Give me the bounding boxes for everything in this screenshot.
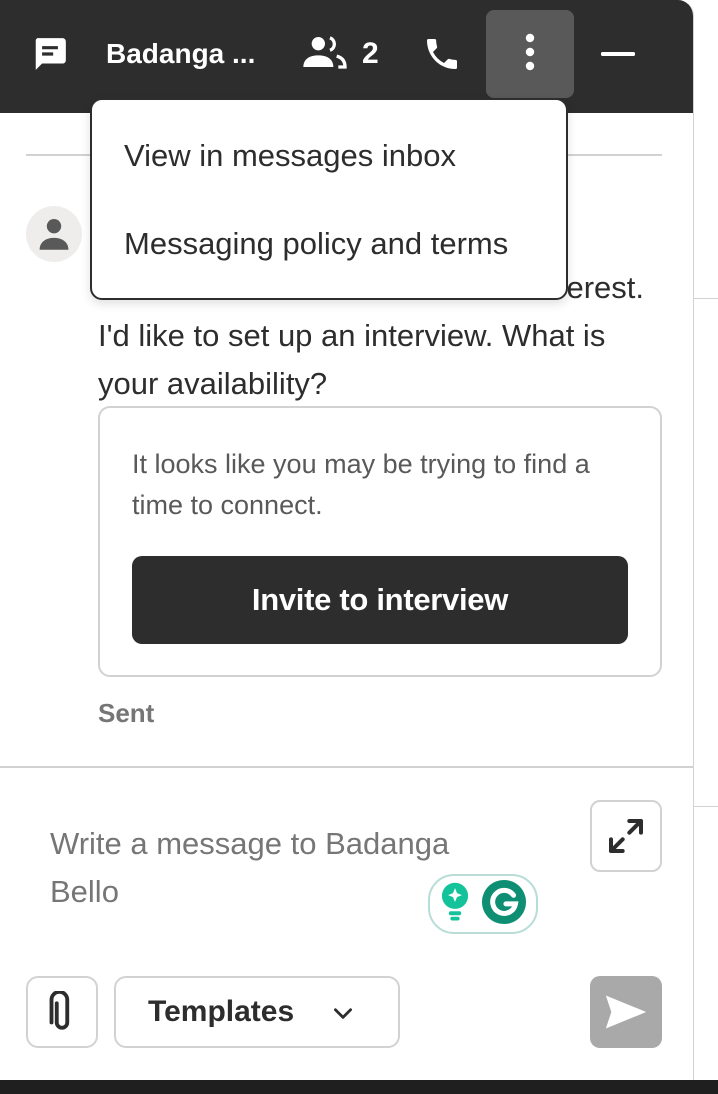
- expand-icon: [609, 819, 643, 853]
- phone-icon: [427, 39, 457, 69]
- expand-composer-button[interactable]: [590, 800, 662, 872]
- chevron-down-icon: [330, 1000, 356, 1034]
- lightbulb-icon[interactable]: [439, 882, 471, 927]
- composer-divider: [0, 766, 693, 768]
- interview-suggestion-card: It looks like you may be trying to find …: [98, 406, 662, 677]
- people-icon: [300, 34, 350, 75]
- invite-to-interview-button[interactable]: Invite to interview: [132, 556, 628, 644]
- participants-button[interactable]: 2: [300, 30, 392, 78]
- participants-count: 2: [362, 37, 379, 70]
- minimize-icon: [601, 52, 635, 56]
- call-button[interactable]: [418, 30, 466, 78]
- menu-item-messaging-policy[interactable]: Messaging policy and terms: [124, 224, 508, 264]
- chat-bubble-icon: [30, 34, 70, 74]
- menu-item-view-in-inbox[interactable]: View in messages inbox: [124, 136, 456, 176]
- templates-label: Templates: [148, 995, 295, 1028]
- minimize-button[interactable]: [596, 30, 640, 78]
- templates-dropdown[interactable]: Templates: [114, 976, 400, 1048]
- paperclip-icon: [49, 991, 70, 1030]
- avatar: [26, 206, 82, 262]
- send-button[interactable]: [590, 976, 662, 1048]
- background-page-edge: [694, 0, 718, 1094]
- more-options-menu: View in messages inbox Messaging policy …: [90, 98, 568, 300]
- background-toolbar-strip: [0, 1080, 718, 1094]
- more-vertical-icon: [524, 32, 536, 77]
- chat-header: Badanga ... 2: [0, 0, 693, 113]
- attach-file-button[interactable]: [26, 976, 98, 1048]
- message-status: Sent: [98, 698, 155, 728]
- send-icon: [605, 995, 647, 1029]
- grammarly-icon[interactable]: [481, 879, 527, 930]
- more-options-button[interactable]: [486, 10, 574, 98]
- writing-assistant-badge[interactable]: [428, 874, 538, 934]
- conversation-title[interactable]: Badanga ...: [106, 36, 255, 72]
- suggestion-text: It looks like you may be trying to find …: [132, 449, 590, 520]
- message-text: I'd like to set up an interview. What is…: [98, 318, 606, 401]
- person-icon: [39, 218, 69, 250]
